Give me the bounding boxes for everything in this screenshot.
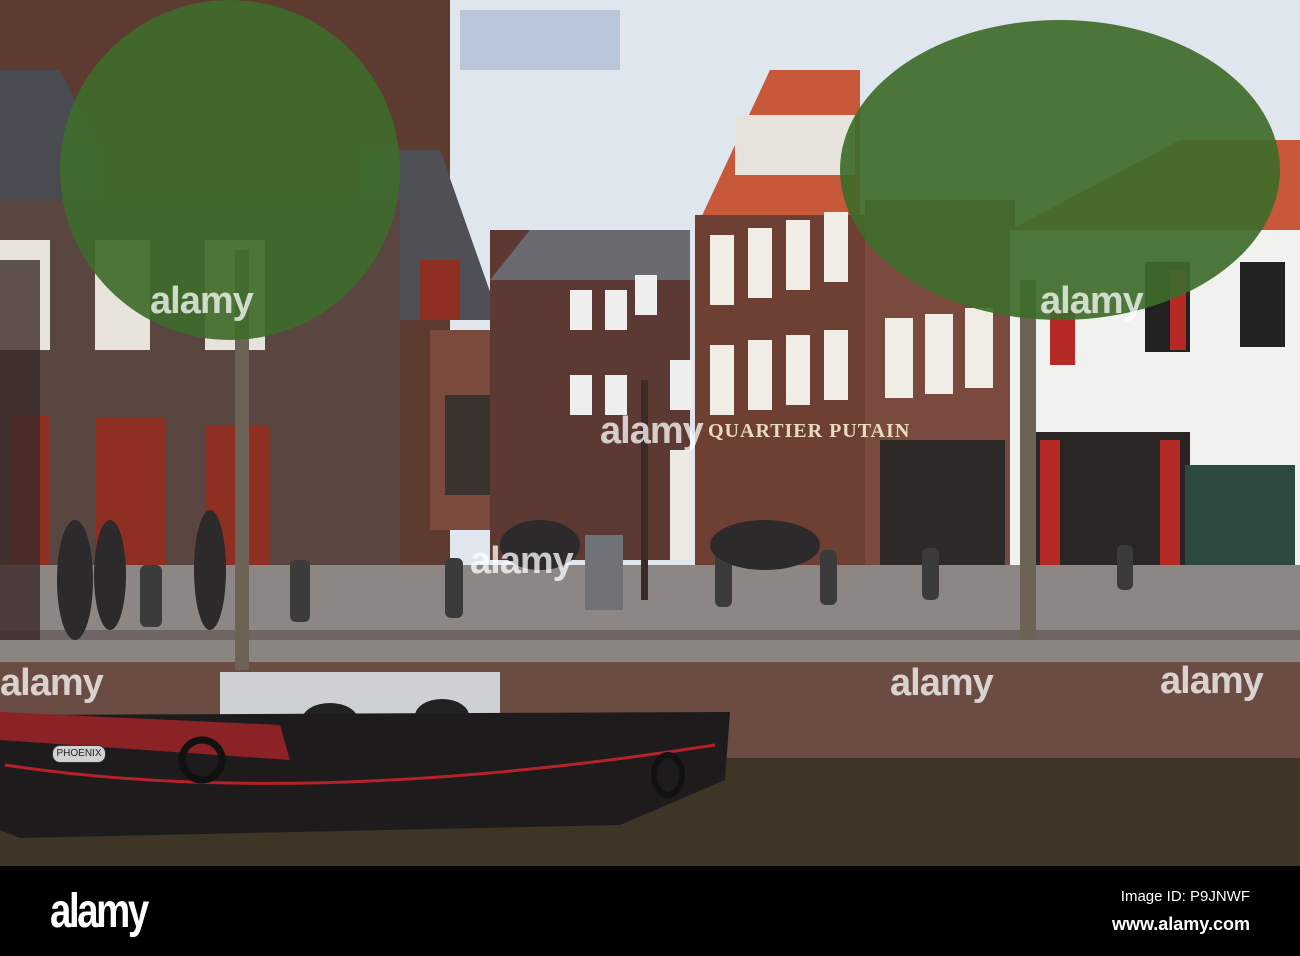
- photo: QUARTIER PUTAIN PHOENIX alamy alamy alam…: [0, 0, 1300, 956]
- watermark: alamy: [600, 410, 704, 452]
- watermark: alamy: [890, 662, 994, 704]
- tree-canopy: [840, 20, 1280, 320]
- cloud: [460, 10, 620, 70]
- watermark: alamy: [1040, 280, 1144, 322]
- urinal-screen: [1185, 465, 1295, 580]
- alamy-logo: alamy: [50, 885, 149, 938]
- tree-trunk: [1020, 280, 1036, 640]
- watermark: alamy: [1160, 660, 1264, 702]
- trash-bin: [585, 535, 623, 610]
- site-url: www.alamy.com: [1111, 914, 1250, 934]
- street-lamp: [0, 260, 40, 670]
- boat-name-plate: PHOENIX: [52, 745, 106, 763]
- watermark-footer: alamy Image ID: P9JNWF www.alamy.com: [0, 866, 1300, 956]
- storefront-sign: QUARTIER PUTAIN: [708, 420, 911, 442]
- watermark: alamy: [0, 662, 104, 704]
- watermark: alamy: [150, 280, 254, 322]
- watermark: alamy: [470, 540, 574, 582]
- image-id: Image ID: P9JNWF: [1120, 888, 1250, 905]
